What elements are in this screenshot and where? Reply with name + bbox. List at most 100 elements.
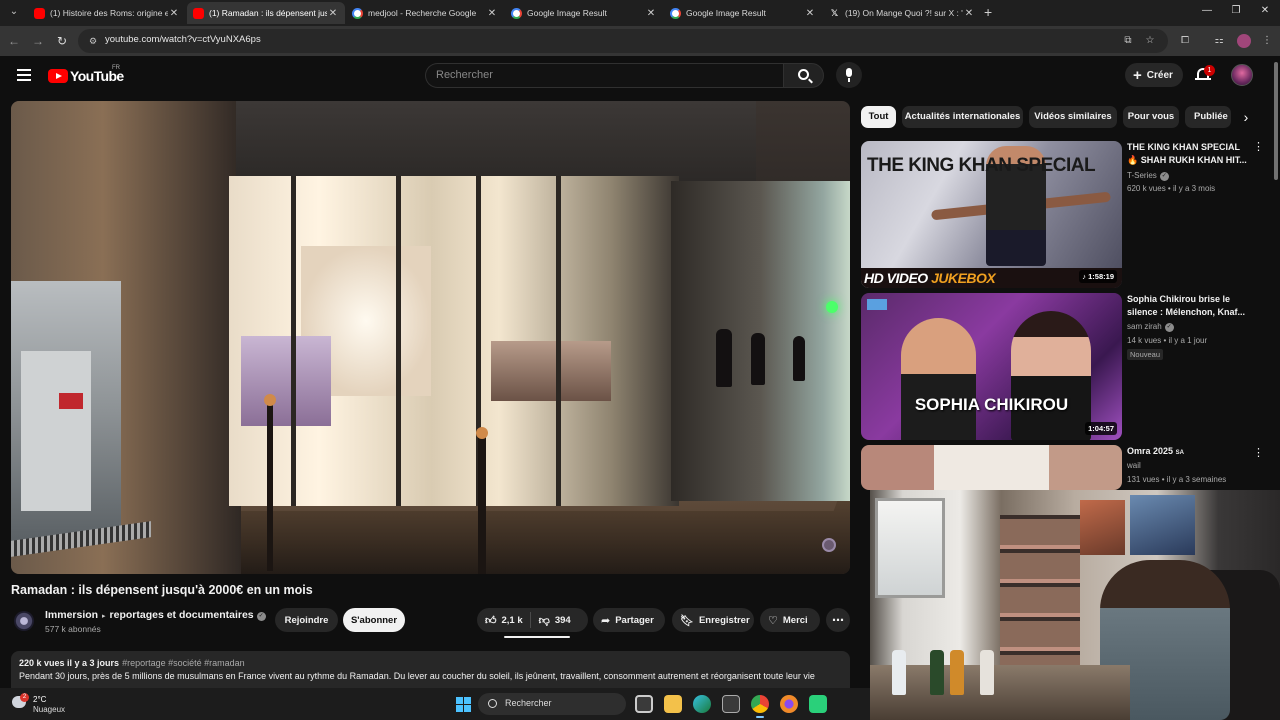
subscribe-button[interactable]: S'abonner xyxy=(343,608,405,632)
close-window-button[interactable]: ✕ xyxy=(1258,4,1272,18)
recommendation-item[interactable]: SOPHIA CHIKIROU 1:04:57 Sophia Chikirou … xyxy=(861,293,1261,441)
page-scrollbar[interactable] xyxy=(1274,62,1278,180)
browser-tab[interactable]: (1) Histoire des Roms: origine e ✕ xyxy=(28,2,186,24)
webcam-poster xyxy=(1130,495,1195,555)
chip-pour-vous[interactable]: Pour vous xyxy=(1123,106,1179,128)
video-thumbnail[interactable]: THE KING KHAN SPECIAL HD VIDEO JUKEBOX ♪… xyxy=(861,141,1122,288)
chevron-right-icon[interactable]: › xyxy=(1238,108,1254,126)
verified-check-icon: ✓ xyxy=(1164,323,1174,332)
back-button[interactable]: ← xyxy=(6,33,22,49)
thumbs-up-icon[interactable]: 👍︎ xyxy=(485,614,497,627)
tab-groups-icon[interactable]: ⚏ xyxy=(1212,34,1226,48)
guide-menu-icon[interactable] xyxy=(17,69,31,81)
close-tab-icon[interactable]: ✕ xyxy=(963,8,975,19)
description-meta: 220 k vues il y a 3 jours #reportage #soc… xyxy=(19,658,245,668)
channel-name-suffix[interactable]: reportages et documentaires xyxy=(110,609,254,621)
google-icon xyxy=(670,7,681,19)
close-tab-icon[interactable]: ✕ xyxy=(645,8,657,19)
thanks-button[interactable]: ♡ Merci xyxy=(760,608,820,632)
webcam-bottle xyxy=(892,650,906,695)
chip-videos-similaires[interactable]: Vidéos similaires xyxy=(1029,106,1117,128)
task-view-icon[interactable] xyxy=(635,695,653,713)
webcam-bookshelf xyxy=(1000,515,1080,675)
recommendation-menu-icon[interactable]: ⋮ xyxy=(1253,447,1264,459)
join-button[interactable]: Rejoindre xyxy=(275,608,338,632)
recommendation-title[interactable]: Omra 2025 SA xyxy=(1127,445,1249,460)
chip-publiee[interactable]: Publiée xyxy=(1185,106,1231,128)
recommendation-channel[interactable]: sam zirah ✓ xyxy=(1127,322,1174,332)
recommendation-channel[interactable]: wail xyxy=(1127,461,1141,470)
chrome-browser-icon[interactable] xyxy=(751,695,769,718)
profile-avatar-icon[interactable] xyxy=(1237,34,1251,48)
country-code: FR xyxy=(112,65,120,71)
thumbs-down-icon[interactable]: 👎︎ xyxy=(539,614,550,627)
chip-actualites-internationales[interactable]: Actualités internationales xyxy=(902,106,1023,128)
recommendation-title[interactable]: THE KING KHAN SPECIAL 🔥 SHAH RUKH KHAN H… xyxy=(1127,141,1249,167)
browser-tab[interactable]: 𝕏 (19) On Mange Quoi ?! sur X : " ✕ xyxy=(823,2,981,24)
bookmark-star-icon[interactable]: ☆ xyxy=(1144,35,1156,47)
weather-widget[interactable]: 2 2°C Nuageux xyxy=(10,693,70,715)
channel-avatar[interactable] xyxy=(14,611,34,631)
recommendation-meta: 131 vues • il y a 3 semaines xyxy=(1127,475,1227,484)
browser-menu-icon[interactable]: ⋮ xyxy=(1260,34,1274,48)
url-text[interactable]: youtube.com/watch?v=ctVyuNXA6ps xyxy=(105,34,261,45)
voice-search-mic-icon[interactable] xyxy=(836,62,862,88)
video-thumbnail[interactable]: SOPHIA CHIKIROU 1:04:57 xyxy=(861,293,1122,440)
recommendation-channel[interactable]: T-Series ✓ xyxy=(1127,171,1169,181)
channel-name-row[interactable]: Immersion ▸ reportages et documentaires ✓ xyxy=(45,609,266,621)
hashtags[interactable]: #reportage #société #ramadan xyxy=(122,658,245,668)
browser-tab[interactable]: (1) Ramadan : ils dépensent jus ✕ xyxy=(187,2,345,24)
browser-tab[interactable]: Google Image Result ✕ xyxy=(664,2,822,24)
save-button[interactable]: 🔖︎ Enregistrer xyxy=(672,608,754,632)
windows-start-icon[interactable] xyxy=(456,697,471,712)
webcam-bottle xyxy=(930,650,944,695)
webcam-bottle xyxy=(950,650,964,695)
install-app-icon[interactable]: ⧉ xyxy=(1122,35,1134,47)
site-info-icon[interactable]: ⚙ xyxy=(87,35,99,47)
recommendation-menu-icon[interactable]: ⋮ xyxy=(1253,141,1264,153)
browser-tab[interactable]: medjool - Recherche Google ✕ xyxy=(346,2,504,24)
channel-watermark-icon[interactable] xyxy=(822,538,836,552)
video-thumbnail[interactable] xyxy=(861,445,1122,490)
close-tab-icon[interactable]: ✕ xyxy=(486,8,498,19)
dislike-count[interactable]: 394 xyxy=(555,615,571,626)
file-explorer-icon[interactable] xyxy=(664,695,682,713)
omnibox[interactable]: ⚙ youtube.com/watch?v=ctVyuNXA6ps ⧉ ☆ xyxy=(78,29,1168,53)
channel-name[interactable]: Immersion xyxy=(45,609,98,621)
recommendation-meta: 620 k vues • il y a 3 mois xyxy=(1127,184,1216,193)
firefox-icon[interactable] xyxy=(780,695,798,713)
create-button[interactable]: + Créer xyxy=(1125,63,1183,87)
maximize-button[interactable]: ❐ xyxy=(1229,4,1243,18)
recommendation-title[interactable]: Sophia Chikirou brise le silence : Mélen… xyxy=(1127,293,1249,319)
chip-tout[interactable]: Tout xyxy=(861,106,896,128)
browser-tab-title: (1) Ramadan : ils dépensent jus xyxy=(209,8,327,18)
minimize-button[interactable]: — xyxy=(1200,4,1214,18)
video-player[interactable] xyxy=(11,101,850,574)
recommendation-item[interactable]: THE KING KHAN SPECIAL HD VIDEO JUKEBOX ♪… xyxy=(861,141,1264,289)
edge-browser-icon[interactable] xyxy=(693,695,711,713)
close-tab-icon[interactable]: ✕ xyxy=(327,8,339,19)
close-tab-icon[interactable]: ✕ xyxy=(804,8,816,19)
browser-tab[interactable]: Google Image Result ✕ xyxy=(505,2,663,24)
store-icon[interactable] xyxy=(722,695,740,713)
search-input[interactable] xyxy=(436,69,766,81)
messaging-app-icon[interactable] xyxy=(809,695,827,713)
thumbnail-logo xyxy=(867,299,887,310)
like-count[interactable]: 2,1 k xyxy=(502,615,523,626)
close-tab-icon[interactable]: ✕ xyxy=(168,8,180,19)
thumbnail-title: SOPHIA CHIKIROU xyxy=(914,395,1069,414)
super-thanks-icon: ♡ xyxy=(768,614,778,627)
share-button[interactable]: ➦ Partager xyxy=(593,608,665,632)
reload-button[interactable]: ↻ xyxy=(54,33,70,49)
extensions-puzzle-icon[interactable]: ⧠ xyxy=(1178,34,1192,48)
new-tab-button[interactable]: + xyxy=(984,4,998,20)
video-title: Ramadan : ils dépensent jusqu'à 2000€ en… xyxy=(11,583,313,597)
thanks-label: Merci xyxy=(782,614,808,626)
forward-button[interactable]: → xyxy=(30,33,46,49)
more-actions-icon[interactable]: ⋯ xyxy=(826,608,850,632)
account-avatar[interactable] xyxy=(1231,64,1253,86)
tab-search-chevron-icon[interactable]: ⌄ xyxy=(6,4,22,20)
search-button[interactable] xyxy=(783,63,824,88)
taskbar-search[interactable]: Rechercher xyxy=(478,693,626,715)
youtube-logo[interactable]: YouTube FR xyxy=(48,65,124,84)
